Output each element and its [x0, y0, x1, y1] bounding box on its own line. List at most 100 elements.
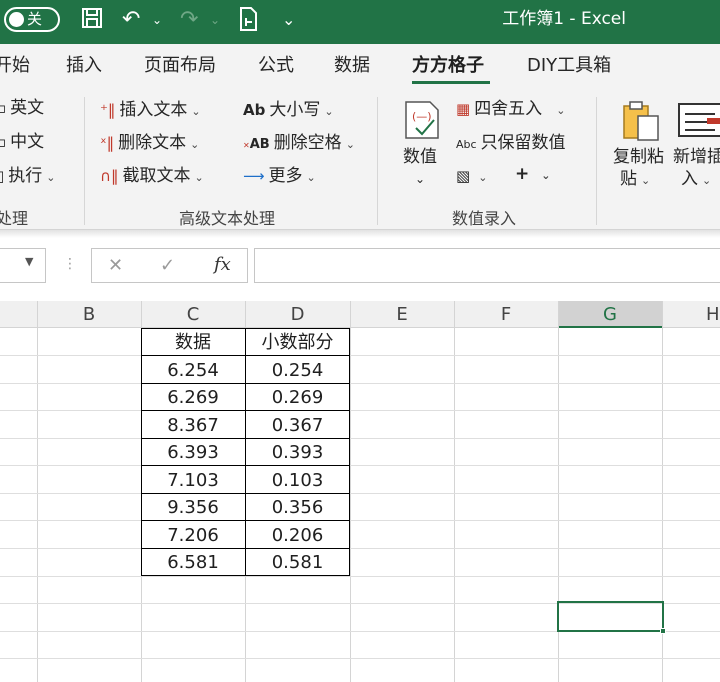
formula-input[interactable] — [254, 248, 720, 283]
round-button[interactable]: ▦ 四舍五入 ⌄ — [456, 98, 565, 122]
redo-dropdown-icon[interactable]: ⌄ — [210, 6, 220, 34]
save-icon[interactable] — [80, 6, 104, 38]
arrow-right-icon: ⟶ — [243, 167, 265, 185]
chevron-down-icon: ⌄ — [345, 138, 355, 151]
grid-line — [0, 658, 720, 659]
remove-space-x-icon: ✕ — [243, 141, 250, 150]
execute-button[interactable]: ▯ 执行 ⌄ — [0, 165, 55, 189]
chevron-down-icon: ⌄ — [46, 171, 56, 184]
table-cell[interactable]: 0.581 — [245, 549, 350, 576]
column-header-h[interactable]: H — [662, 301, 720, 328]
table-cell[interactable]: 6.254 — [141, 357, 245, 384]
edit-cell-button[interactable]: ▧ ⌄ — [456, 165, 487, 189]
table-cell[interactable]: 6.269 — [141, 384, 245, 411]
table-cell[interactable]: 0.254 — [245, 357, 350, 384]
table-cell[interactable]: 8.367 — [141, 412, 245, 439]
header-cell-decimal[interactable]: 小数部分 — [245, 329, 350, 356]
chevron-down-icon: ⌄ — [541, 169, 551, 182]
redo-icon[interactable]: ↷ — [180, 6, 198, 34]
insert-text-button[interactable]: ⁺‖ 插入文本 ⌄ — [100, 99, 201, 123]
ribbon-shadow — [0, 230, 720, 238]
case-button[interactable]: Ab 大小写 ⌄ — [243, 99, 334, 123]
new-insert-button[interactable]: 新增插 — [673, 146, 720, 168]
case-icon: Ab — [243, 101, 266, 119]
column-header-d[interactable]: D — [245, 301, 350, 328]
table-cell[interactable]: 7.206 — [141, 522, 245, 549]
autosave-toggle[interactable]: 关 — [4, 7, 60, 32]
cancel-icon[interactable]: ✕ — [108, 255, 123, 276]
remove-space-icon: AB — [249, 137, 270, 152]
group3-label: 数值录入 — [452, 209, 517, 228]
column-header-e[interactable]: E — [350, 301, 454, 328]
copy-paste-button[interactable]: 复制粘 — [613, 146, 664, 168]
group-separator — [596, 97, 597, 225]
keep-value-button[interactable]: Abc 只保留数值 — [456, 132, 566, 156]
edit-icon: ▧ — [456, 167, 471, 185]
formula-buttons: ✕ ✓ fx — [91, 248, 248, 283]
grid-line — [37, 301, 38, 682]
tab-home[interactable]: 开始 — [0, 54, 30, 78]
english-button[interactable]: ▫ 英文 — [0, 97, 44, 119]
delete-text-button[interactable]: ˣ‖ 删除文本 ⌄ — [100, 132, 199, 156]
copy-paste-button-line2[interactable]: 贴 ⌄ — [620, 168, 650, 192]
confirm-icon[interactable]: ✓ — [160, 255, 175, 276]
header-cell-data[interactable]: 数据 — [141, 329, 245, 356]
grid-line — [0, 493, 720, 494]
autosave-label: 关 — [27, 10, 43, 28]
column-header-a[interactable] — [0, 301, 37, 328]
chevron-down-icon[interactable]: ⌄ — [415, 168, 425, 190]
fill-handle[interactable] — [660, 628, 666, 634]
tab-formulas[interactable]: 公式 — [258, 54, 294, 78]
table-cell[interactable]: 6.581 — [141, 549, 245, 576]
tab-insert[interactable]: 插入 — [66, 54, 102, 78]
chevron-down-icon: ⌄ — [702, 174, 712, 187]
column-header-b[interactable]: B — [37, 301, 141, 328]
value-big-icon: (—) — [402, 100, 444, 140]
column-header-c[interactable]: C — [141, 301, 245, 328]
remove-space-button[interactable]: ✕AB 删除空格 ⌄ — [243, 132, 355, 157]
active-tab-indicator — [412, 81, 490, 84]
more-button[interactable]: ⟶ 更多 ⌄ — [243, 165, 316, 189]
table-cell[interactable]: 0.103 — [245, 467, 350, 494]
table-cell[interactable]: 0.393 — [245, 439, 350, 466]
extract-text-icon: ∩‖ — [100, 167, 119, 185]
formula-bar-grip-icon[interactable]: ⋮ — [63, 256, 77, 272]
chevron-down-icon: ⌄ — [641, 174, 651, 187]
customize-qat-icon[interactable]: ⌄ — [282, 6, 295, 34]
insert-function-icon[interactable]: fx — [214, 254, 231, 275]
table-cell[interactable]: 0.367 — [245, 412, 350, 439]
selected-cell[interactable] — [557, 601, 664, 632]
table-cell[interactable]: 7.103 — [141, 467, 245, 494]
chevron-down-icon: ⌄ — [556, 104, 566, 117]
undo-dropdown-icon[interactable]: ⌄ — [152, 6, 162, 34]
table-cell[interactable]: 0.206 — [245, 522, 350, 549]
chevron-down-icon: ⌄ — [190, 138, 200, 151]
extract-text-button[interactable]: ∩‖ 截取文本 ⌄ — [100, 165, 204, 189]
grid-line — [350, 301, 351, 682]
name-box[interactable]: ▼ — [0, 248, 46, 283]
chevron-down-icon[interactable]: ▼ — [25, 255, 33, 268]
plus-icon: + — [515, 164, 530, 184]
plus-button[interactable]: + ⌄ — [515, 163, 550, 187]
chinese-button[interactable]: ▫ 中文 — [0, 131, 44, 153]
column-header-g[interactable]: G — [558, 301, 662, 328]
table-cell[interactable]: 9.356 — [141, 494, 245, 521]
copy-paste-icon — [620, 100, 664, 144]
table-cell[interactable]: 0.269 — [245, 384, 350, 411]
abc-icon: Abc — [456, 138, 477, 151]
column-header-f[interactable]: F — [454, 301, 558, 328]
table-cell[interactable]: 0.356 — [245, 494, 350, 521]
undo-icon[interactable]: ↶ — [122, 6, 140, 34]
grid-line — [0, 465, 720, 466]
touch-mode-icon[interactable] — [237, 6, 261, 40]
tab-diy-toolbox[interactable]: DIY工具箱 — [527, 54, 611, 78]
round-icon: ▦ — [456, 100, 471, 118]
value-button[interactable]: 数值 — [403, 146, 437, 168]
tab-data[interactable]: 数据 — [334, 54, 370, 78]
new-insert-button-line2[interactable]: 入 ⌄ — [681, 168, 711, 192]
tab-page-layout[interactable]: 页面布局 — [144, 54, 216, 78]
table-cell[interactable]: 6.393 — [141, 439, 245, 466]
group-separator — [377, 97, 378, 225]
tab-fangfang[interactable]: 方方格子 — [412, 54, 484, 78]
group-separator — [84, 97, 85, 225]
